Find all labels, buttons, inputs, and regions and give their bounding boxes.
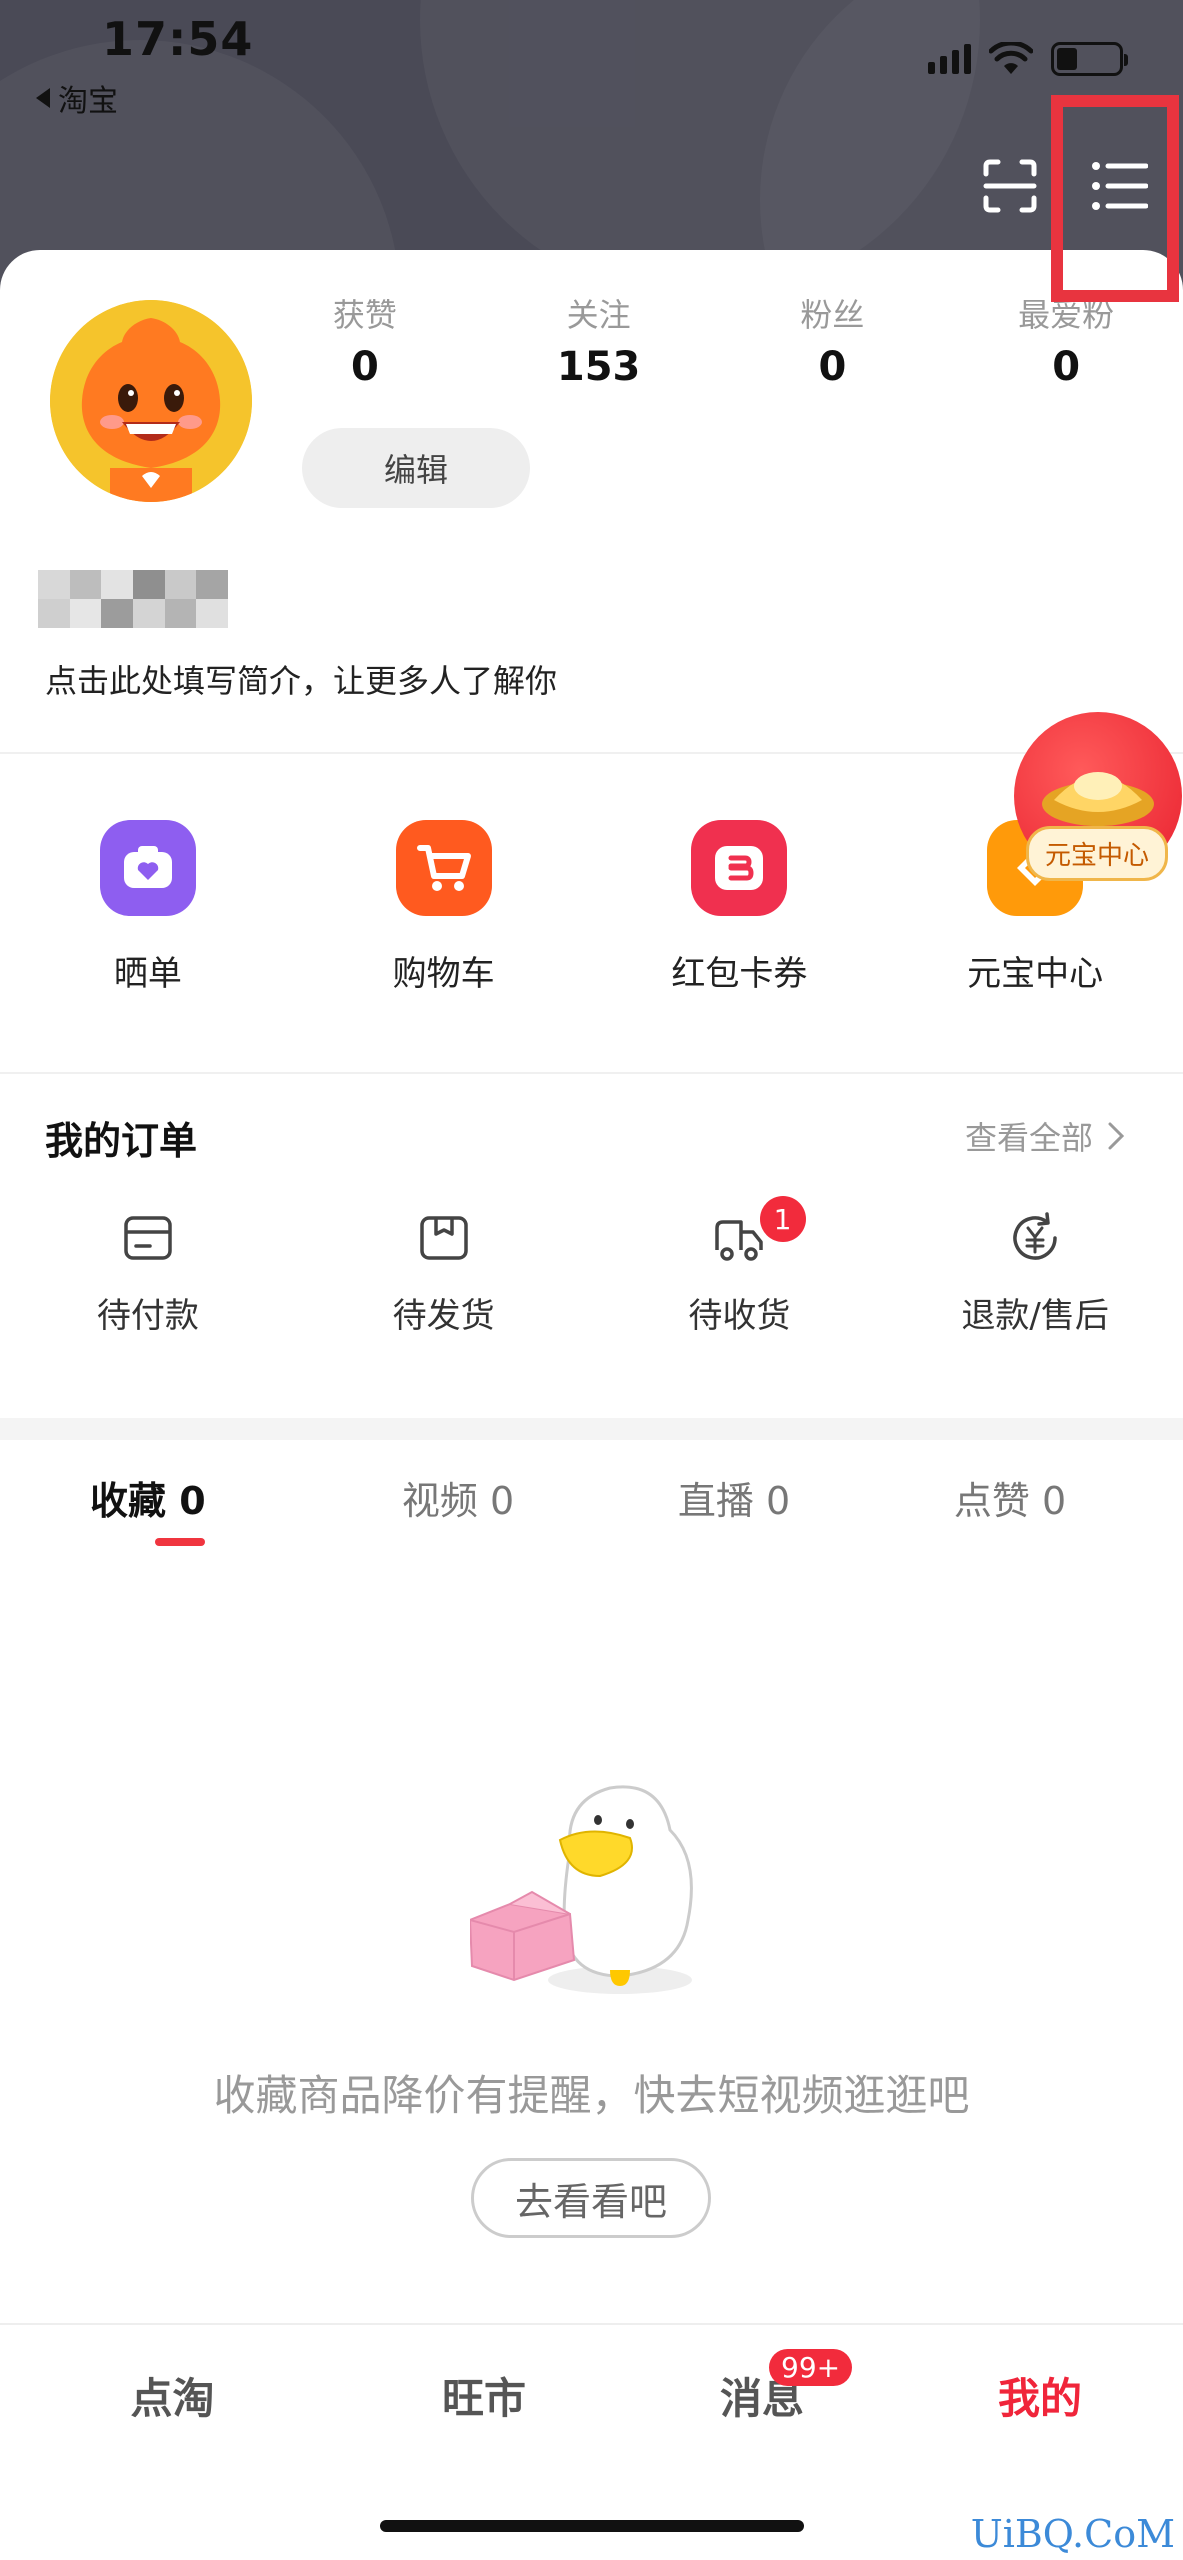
wallet-icon [124, 1216, 172, 1260]
order-status-list: 待付款 待发货 1 待收货 退款/售后 [0, 1196, 1183, 1337]
camera-heart-icon [99, 820, 196, 916]
avatar[interactable] [50, 300, 252, 502]
message-count-badge: 99+ [769, 2349, 853, 2386]
view-all-label: 查看全部 [964, 1119, 1093, 1157]
service-label: 元宝中心 [967, 954, 1104, 994]
order-pending-receipt[interactable]: 1 待收货 [592, 1196, 888, 1337]
mascot-avatar-icon [50, 300, 252, 502]
nav-label: 旺市 [441, 2374, 526, 2423]
chevron-right-icon [1108, 1122, 1125, 1150]
stat-top-fans[interactable]: 最爱粉 0 [949, 290, 1183, 390]
delivery-truck-icon [715, 1220, 764, 1261]
coupon-icon [691, 820, 788, 916]
tab-live[interactable]: 直播 0 [596, 1470, 872, 1525]
status-time: 17:54 [102, 12, 254, 66]
section-spacer [0, 1418, 1183, 1440]
stat-value: 0 [818, 344, 847, 390]
nav-label: 我的 [997, 2374, 1082, 2423]
nav-wangshi[interactable]: 旺市 [345, 2365, 623, 2426]
service-cart[interactable]: 购物车 [296, 820, 592, 995]
profile-stats: 获赞 0 关注 153 粉丝 0 最爱粉 0 [248, 290, 1183, 390]
back-arrow-icon [36, 88, 50, 108]
refund-yen-icon [1013, 1212, 1057, 1260]
stat-label: 粉丝 [800, 296, 865, 334]
section-divider [0, 1072, 1183, 1074]
service-label: 购物车 [392, 954, 495, 994]
order-status-label: 待付款 [96, 1296, 199, 1336]
order-status-label: 退款/售后 [961, 1296, 1109, 1336]
cellular-signal-icon [928, 44, 971, 74]
tab-videos[interactable]: 视频 0 [320, 1470, 596, 1525]
order-pending-shipment[interactable]: 待发货 [296, 1210, 592, 1337]
back-to-app-link[interactable]: 淘宝 [36, 76, 118, 120]
nav-diantao[interactable]: 点淘 [0, 2365, 345, 2426]
service-shortcuts: 晒单 购物车 红包卡券 元宝中心 [0, 820, 1183, 995]
stat-value: 0 [350, 344, 379, 390]
status-icons [928, 42, 1128, 76]
stat-value: 153 [556, 344, 641, 390]
browse-button[interactable]: 去看看吧 [471, 2158, 711, 2238]
view-all-orders-link[interactable]: 查看全部 [965, 1113, 1125, 1159]
bio-placeholder[interactable]: 点击此处填写简介，让更多人了解你 [45, 656, 557, 702]
stat-value: 0 [1052, 344, 1081, 390]
username-pixelated [38, 570, 228, 628]
stat-following[interactable]: 关注 153 [482, 290, 716, 390]
annotation-highlight-box [1051, 95, 1179, 302]
tab-likes[interactable]: 点赞 0 [872, 1470, 1148, 1525]
scan-icon[interactable] [982, 158, 1038, 214]
floating-gold-center-label[interactable]: 元宝中心 [1026, 826, 1169, 881]
order-count-badge: 1 [759, 1196, 806, 1242]
service-show-order[interactable]: 晒单 [0, 820, 296, 995]
package-icon [419, 1216, 468, 1260]
stat-label: 关注 [566, 296, 631, 334]
order-refund-after-sale[interactable]: 退款/售后 [887, 1210, 1183, 1337]
stat-label: 获赞 [332, 296, 397, 334]
nav-messages[interactable]: 消息 99+ [623, 2349, 901, 2426]
stat-likes[interactable]: 获赞 0 [248, 290, 482, 390]
active-tab-indicator [155, 1538, 205, 1546]
nav-label: 点淘 [130, 2374, 215, 2423]
battery-icon [1051, 42, 1128, 76]
order-status-label: 待发货 [392, 1296, 495, 1336]
service-coupons[interactable]: 红包卡券 [592, 820, 888, 995]
wifi-icon [989, 42, 1033, 74]
empty-duck-illustration [470, 1785, 693, 1994]
watermark: UiBQ.CoM [970, 2512, 1175, 2556]
service-label: 晒单 [113, 954, 182, 994]
empty-state-message: 收藏商品降价有提醒，快去短视频逛逛吧 [213, 2071, 970, 2120]
nav-mine[interactable]: 我的 [901, 2365, 1179, 2426]
service-label: 红包卡券 [671, 954, 808, 994]
stat-fans[interactable]: 粉丝 0 [716, 290, 950, 390]
orders-title: 我的订单 [45, 1119, 198, 1163]
order-pending-payment[interactable]: 待付款 [0, 1210, 296, 1337]
order-status-label: 待收货 [688, 1296, 791, 1336]
edit-profile-button[interactable]: 编辑 [302, 428, 530, 508]
back-app-label: 淘宝 [58, 84, 118, 119]
cart-icon [395, 820, 492, 916]
home-indicator[interactable] [380, 2520, 804, 2532]
section-divider [0, 752, 1183, 754]
content-tabs: 收藏 0 视频 0 直播 0 点赞 0 [0, 1470, 1183, 1525]
tab-favorites[interactable]: 收藏 0 [0, 1470, 320, 1525]
